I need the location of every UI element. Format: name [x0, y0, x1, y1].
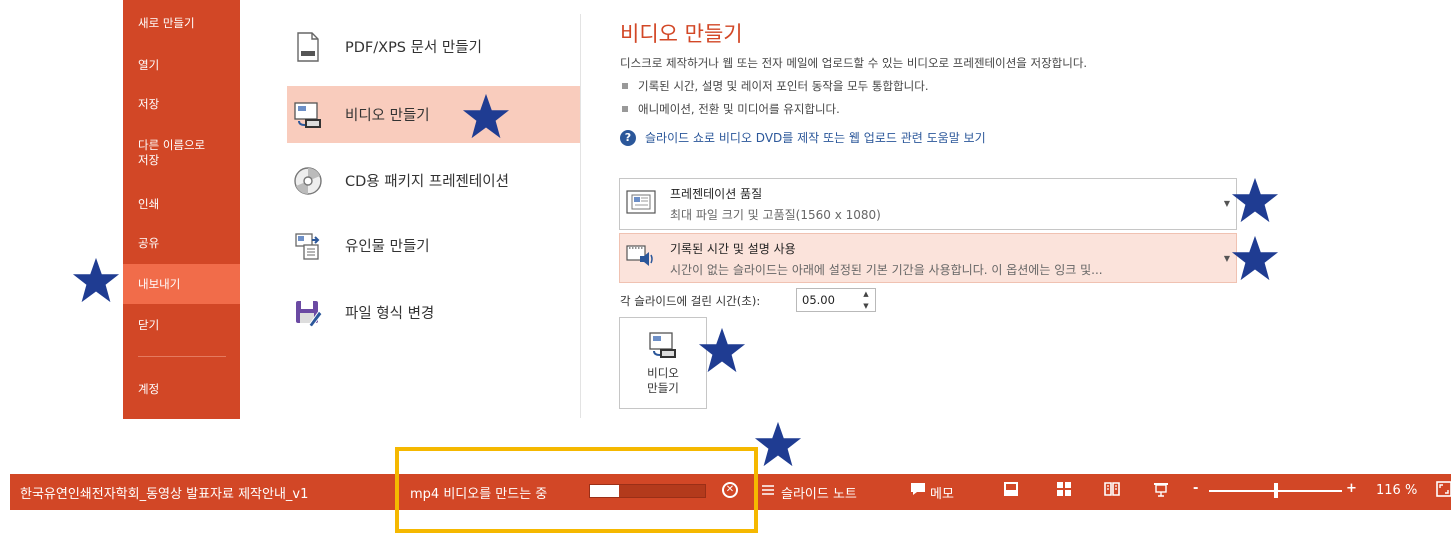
video-icon	[291, 98, 325, 132]
panel-title: 비디오 만들기	[620, 22, 743, 46]
star-annotation-icon	[698, 327, 746, 373]
sidebar-item-save-as[interactable]: 다른 이름으로 저장	[123, 138, 240, 168]
quality-title: 프레젠테이션 품질	[670, 187, 763, 201]
video-icon	[649, 332, 676, 358]
sidebar-item-export[interactable]: 내보내기	[123, 264, 240, 304]
create-video-label: 비디오 만들기	[647, 366, 679, 395]
comments-button[interactable]: 메모	[930, 483, 954, 502]
panel-bullet: 애니메이션, 전환 및 미디어를 유지합니다.	[620, 101, 840, 117]
timings-dropdown[interactable]: 기록된 시간 및 설명 사용 시간이 없는 슬라이드는 아래에 설정된 기본 기…	[619, 233, 1237, 283]
sidebar-item-account[interactable]: 계정	[123, 382, 240, 397]
slide-sorter-icon[interactable]	[1056, 481, 1072, 497]
pdf-document-icon	[291, 30, 325, 64]
zoom-slider-thumb[interactable]	[1273, 483, 1278, 498]
timings-title: 기록된 시간 및 설명 사용	[670, 242, 796, 256]
handout-icon	[291, 229, 325, 263]
star-annotation-icon	[1231, 177, 1279, 223]
star-annotation-icon	[462, 93, 510, 139]
export-option-label: CD용 패키지 프레젠테이션	[345, 174, 509, 190]
sidebar-divider	[138, 356, 226, 357]
sidebar-item-share[interactable]: 공유	[123, 236, 240, 251]
slideshow-icon[interactable]	[1153, 481, 1169, 497]
reading-view-icon[interactable]	[1104, 481, 1120, 497]
sidebar-item-new[interactable]: 새로 만들기	[123, 16, 240, 31]
export-option-label: PDF/XPS 문서 만들기	[345, 40, 482, 56]
sidebar-item-open[interactable]: 열기	[123, 58, 240, 73]
export-option-cd[interactable]: CD용 패키지 프레젠테이션	[287, 152, 580, 209]
comment-icon	[911, 483, 925, 495]
seconds-input[interactable]	[797, 289, 855, 311]
normal-view-icon[interactable]	[1003, 481, 1019, 497]
panel-description: 디스크로 제작하거나 웹 또는 전자 메일에 업로드할 수 있는 비디오로 프레…	[620, 56, 1088, 70]
status-filename: 한국유연인쇄전자학회_동영상 발표자료 제작안내_v1	[20, 487, 309, 502]
star-annotation-icon	[1231, 235, 1279, 281]
sidebar-item-print[interactable]: 인쇄	[123, 197, 240, 212]
sidebar-item-close[interactable]: 닫기	[123, 318, 240, 333]
export-option-pdf[interactable]: PDF/XPS 문서 만들기	[287, 18, 580, 75]
star-annotation-icon	[72, 257, 120, 303]
seconds-label: 각 슬라이드에 걸린 시간(초):	[620, 294, 761, 308]
column-divider	[580, 14, 581, 418]
stepper-buttons[interactable]: ▲ ▼	[859, 290, 873, 310]
export-option-handout[interactable]: 유인물 만들기	[287, 217, 580, 274]
export-option-label: 유인물 만들기	[345, 239, 430, 255]
notes-icon	[762, 485, 774, 495]
zoom-level[interactable]: 116 %	[1376, 483, 1417, 498]
chevron-down-icon: ▼	[1223, 199, 1230, 208]
notes-button[interactable]: 슬라이드 노트	[781, 483, 857, 502]
export-option-label: 파일 형식 변경	[345, 306, 435, 322]
timings-subtitle: 시간이 없는 슬라이드는 아래에 설정된 기본 기간을 사용합니다. 이 옵션에…	[670, 263, 1103, 277]
export-option-change-file-type[interactable]: 파일 형식 변경	[287, 284, 580, 341]
save-as-icon	[291, 296, 325, 330]
seconds-stepper[interactable]: ▲▼	[796, 288, 876, 312]
bullet-square-icon	[622, 83, 628, 89]
stepper-down-icon[interactable]: ▼	[863, 302, 868, 310]
narration-icon	[626, 245, 653, 266]
stepper-up-icon[interactable]: ▲	[863, 290, 868, 298]
quality-dropdown[interactable]: 프레젠테이션 품질 최대 파일 크기 및 고품질(1560 x 1080) ▼	[619, 178, 1237, 230]
create-video-button[interactable]: 비디오 만들기	[619, 317, 707, 409]
zoom-out-button[interactable]: -	[1193, 481, 1198, 496]
highlight-box	[395, 447, 758, 533]
export-option-label: 비디오 만들기	[345, 108, 430, 124]
zoom-in-button[interactable]: +	[1346, 481, 1357, 496]
help-icon: ?	[620, 129, 636, 146]
fit-to-window-icon[interactable]	[1436, 481, 1451, 497]
star-annotation-icon	[754, 421, 802, 467]
bullet-square-icon	[622, 106, 628, 112]
panel-bullet: 기록된 시간, 설명 및 레이저 포인터 동작을 모두 통합합니다.	[620, 78, 928, 94]
chevron-down-icon: ▼	[1223, 254, 1230, 263]
cd-icon	[291, 164, 325, 198]
quality-subtitle: 최대 파일 크기 및 고품질(1560 x 1080)	[670, 208, 881, 222]
export-option-video[interactable]: 비디오 만들기	[287, 86, 580, 143]
backstage-sidebar: 새로 만들기 열기 저장 다른 이름으로 저장 인쇄 공유 내보내기 닫기 계정	[123, 0, 240, 419]
help-link[interactable]: ? 슬라이드 쇼로 비디오 DVD를 제작 또는 웹 업로드 관련 도움말 보기	[620, 129, 986, 146]
sidebar-item-save[interactable]: 저장	[123, 97, 240, 112]
presentation-quality-icon	[626, 190, 656, 214]
